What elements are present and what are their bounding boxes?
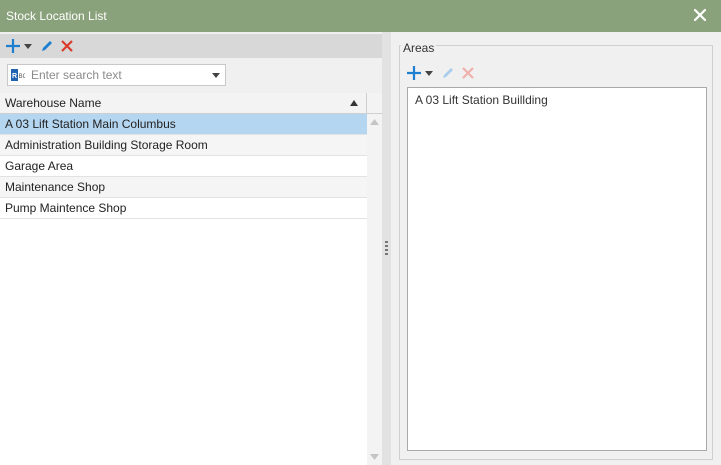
table-row[interactable]: Pump Maintence Shop: [0, 198, 367, 219]
x-icon: [61, 40, 73, 52]
scroll-down-icon[interactable]: [370, 454, 379, 460]
warehouse-name-cell: Garage Area: [5, 159, 74, 173]
svg-text:BC: BC: [19, 74, 25, 80]
title-bar: Stock Location List: [0, 0, 721, 32]
window-title: Stock Location List: [6, 9, 107, 23]
edit-warehouse-button[interactable]: [38, 37, 56, 55]
areas-group-title: Areas: [401, 41, 437, 55]
column-header-warehouse-name[interactable]: Warehouse Name: [0, 93, 367, 114]
table-row[interactable]: A 03 Lift Station Main Columbus: [0, 114, 367, 135]
plus-icon: [407, 66, 421, 80]
table-row[interactable]: Garage Area: [0, 156, 367, 177]
grip-icon: [385, 241, 388, 255]
scroll-up-icon[interactable]: [370, 119, 379, 125]
svg-text:R: R: [12, 73, 17, 80]
column-header-spacer: [367, 93, 382, 114]
delete-area-button[interactable]: [459, 64, 477, 82]
search-input[interactable]: [31, 66, 207, 84]
warehouse-name-cell: Pump Maintence Shop: [5, 201, 127, 215]
list-item[interactable]: A 03 Lift Station Buillding: [408, 88, 706, 107]
pencil-icon: [443, 68, 453, 78]
add-warehouse-menu-button[interactable]: [24, 37, 32, 55]
edit-area-button[interactable]: [439, 64, 457, 82]
add-area-menu-button[interactable]: [425, 64, 433, 82]
add-warehouse-button[interactable]: [4, 37, 22, 55]
areas-pane: Areas A 03 Lift Station Buillding: [391, 32, 721, 465]
table-row[interactable]: Maintenance Shop: [0, 177, 367, 198]
warehouse-rows: A 03 Lift Station Main Columbus Administ…: [0, 114, 367, 219]
warehouse-toolbar: [0, 34, 382, 58]
chevron-down-icon: [24, 43, 32, 49]
sort-ascending-icon: [350, 100, 358, 106]
warehouse-pane: R BC Warehouse Name A 03 Lift Station Ma…: [0, 32, 382, 465]
warehouse-grid: Warehouse Name A 03 Lift Station Main Co…: [0, 93, 382, 465]
x-icon: [462, 67, 474, 79]
areas-list: A 03 Lift Station Buillding: [407, 87, 707, 451]
search-box: R BC: [7, 64, 226, 86]
warehouse-name-cell: A 03 Lift Station Main Columbus: [5, 117, 176, 131]
close-icon[interactable]: [693, 8, 707, 22]
pane-splitter[interactable]: [382, 32, 391, 465]
warehouse-name-cell: Administration Building Storage Room: [5, 138, 208, 152]
plus-icon: [6, 39, 20, 53]
table-row[interactable]: Administration Building Storage Room: [0, 135, 367, 156]
column-header-label: Warehouse Name: [5, 96, 102, 110]
chevron-down-icon: [212, 72, 220, 78]
vertical-scrollbar[interactable]: [367, 114, 382, 465]
pencil-icon: [42, 41, 52, 51]
abc-icon[interactable]: R BC: [11, 69, 25, 81]
search-dropdown-button[interactable]: [207, 65, 225, 85]
chevron-down-icon: [425, 70, 433, 76]
delete-warehouse-button[interactable]: [58, 37, 76, 55]
warehouse-name-cell: Maintenance Shop: [5, 180, 106, 194]
add-area-button[interactable]: [405, 64, 423, 82]
areas-toolbar: [405, 62, 479, 84]
